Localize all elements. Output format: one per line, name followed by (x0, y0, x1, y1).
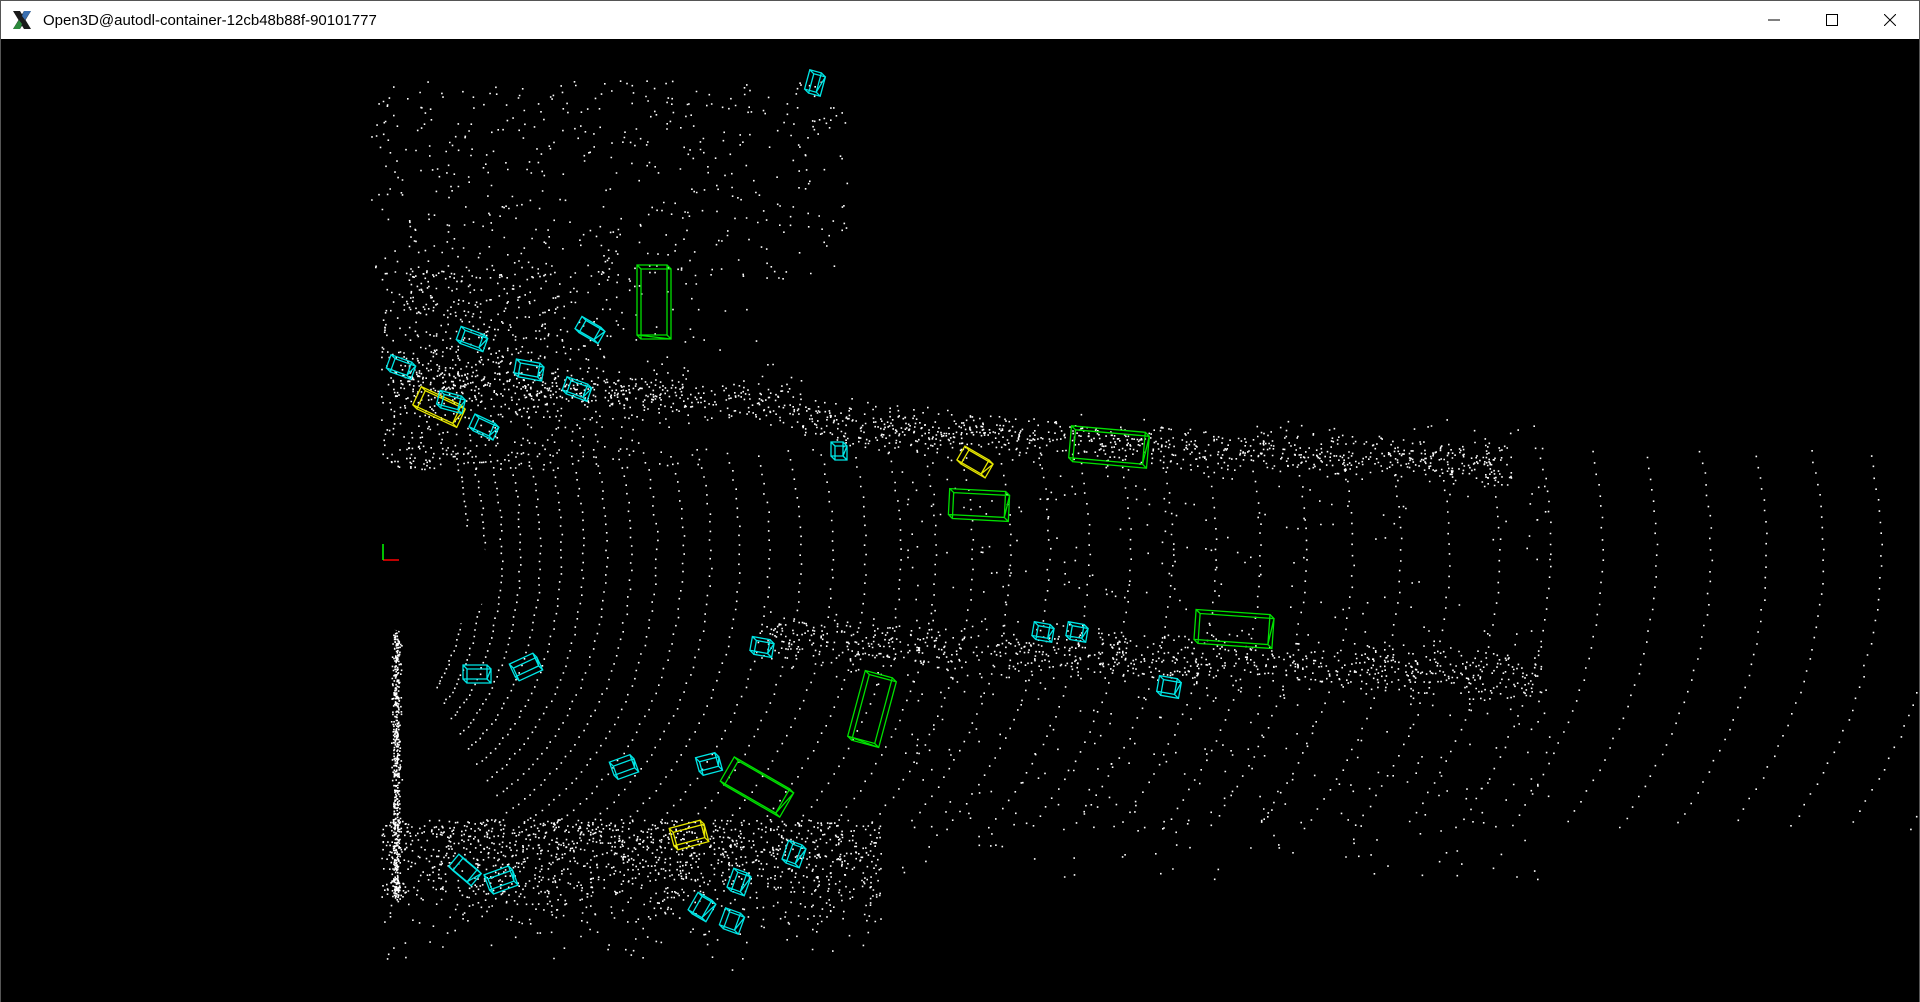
pedestrian-bounding-box (508, 652, 544, 682)
point-cloud-viewport[interactable] (1, 39, 1919, 1002)
x-logo-icon (9, 7, 35, 33)
window-title: Open3D@autodl-container-12cb48b88f-90101… (43, 11, 377, 29)
car-bounding-box (947, 487, 1011, 523)
pedestrian-bounding-box (781, 839, 807, 869)
pedestrian-bounding-box (455, 325, 489, 353)
pedestrian-bounding-box (1155, 674, 1183, 700)
pedestrian-bounding-box (513, 358, 545, 382)
car-bounding-box (1193, 608, 1275, 650)
pedestrian-bounding-box (803, 69, 827, 97)
car-bounding-box (1067, 425, 1151, 469)
pedestrian-bounding-box (830, 441, 848, 461)
pedestrian-bounding-box (694, 751, 724, 777)
minimize-button[interactable] (1745, 1, 1803, 39)
pedestrian-bounding-box (726, 867, 752, 897)
lidar-point-cloud (371, 80, 1918, 971)
point-cloud-scene[interactable] (1, 39, 1919, 1002)
pedestrian-bounding-box (718, 906, 746, 936)
pedestrian-bounding-box (1031, 620, 1055, 644)
maximize-button[interactable] (1803, 1, 1861, 39)
pedestrian-bounding-box (574, 315, 606, 345)
maximize-icon (1826, 14, 1838, 26)
minimize-icon (1768, 19, 1780, 21)
car-bounding-box (846, 669, 898, 749)
pedestrian-bounding-box (749, 635, 775, 659)
window-controls (1745, 1, 1919, 39)
title-bar[interactable]: Open3D@autodl-container-12cb48b88f-90101… (1, 1, 1919, 39)
car-bounding-box (719, 756, 795, 818)
sensor-blind-spot (351, 514, 491, 634)
car-bounding-box (636, 264, 672, 340)
pedestrian-bounding-box (687, 891, 717, 923)
close-button[interactable] (1861, 1, 1919, 39)
close-icon (1884, 14, 1896, 26)
pedestrian-bounding-box (385, 353, 417, 381)
open3d-window: Open3D@autodl-container-12cb48b88f-90101… (0, 0, 1920, 1002)
cyclist-bounding-box (956, 445, 994, 479)
lidar-points (351, 80, 1918, 971)
